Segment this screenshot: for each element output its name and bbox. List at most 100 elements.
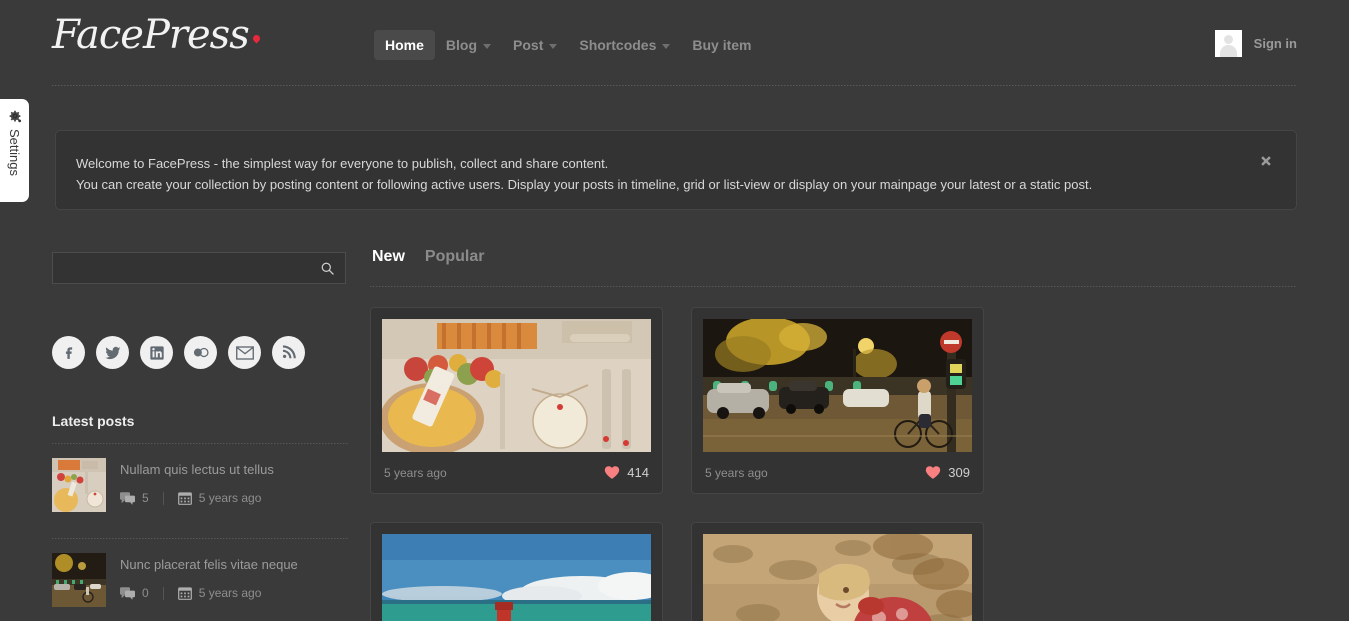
post-card[interactable] — [370, 522, 663, 621]
email-icon — [235, 345, 254, 360]
settings-tab[interactable]: Settings — [0, 99, 29, 202]
night-street-thumb-image — [52, 553, 106, 607]
night-street-image — [703, 319, 972, 452]
list-item[interactable]: Nunc placerat felis vitae neque 0 5 year… — [52, 539, 348, 619]
signin-label: Sign in — [1253, 36, 1297, 51]
gear-icon — [9, 110, 21, 123]
post-thumbnail — [52, 553, 106, 607]
nav-label: Home — [385, 37, 424, 53]
meta-separator — [162, 586, 164, 600]
site-header: FacePress Home Blog Post Shortcodes Buy … — [0, 0, 1349, 86]
like-count[interactable]: 414 — [604, 465, 649, 480]
social-flickr-button[interactable] — [184, 336, 217, 369]
like-count[interactable]: 309 — [925, 465, 970, 480]
comment-count: 0 — [120, 586, 149, 600]
latest-posts-heading: Latest posts — [52, 413, 135, 429]
welcome-banner: Welcome to FacePress - the simplest way … — [55, 130, 1297, 210]
rss-icon — [282, 345, 296, 359]
nav-item-shortcodes[interactable]: Shortcodes — [568, 30, 681, 60]
logo-heart-icon — [251, 33, 262, 44]
post-image — [703, 534, 972, 621]
post-date: 5 years ago — [705, 465, 768, 480]
post-image — [703, 319, 972, 452]
content-tabs: New Popular — [370, 248, 1297, 266]
child-leaves-image — [703, 534, 972, 621]
post-image — [382, 319, 651, 452]
close-icon[interactable] — [1258, 153, 1274, 169]
like-count-value: 309 — [948, 465, 970, 480]
post-meta: 0 5 years ago — [120, 586, 298, 600]
like-count-value: 414 — [627, 465, 649, 480]
header-divider — [52, 85, 1297, 86]
tabs-divider — [370, 286, 1297, 287]
flickr-icon — [193, 347, 209, 358]
search-box[interactable] — [52, 252, 346, 284]
post-date: 5 years ago — [177, 586, 262, 600]
search-input[interactable] — [53, 253, 313, 283]
twitter-icon — [104, 346, 120, 359]
post-card[interactable]: 5 years ago 309 — [691, 307, 984, 494]
tab-popular[interactable]: Popular — [425, 248, 485, 266]
post-card-footer: 5 years ago 414 — [382, 465, 651, 482]
welcome-text: Welcome to FacePress - the simplest way … — [76, 153, 1092, 195]
social-linkedin-button[interactable] — [140, 336, 173, 369]
comment-icon — [120, 586, 135, 600]
nav-item-buy-item[interactable]: Buy item — [681, 30, 762, 60]
post-card[interactable]: 5 years ago 414 — [370, 307, 663, 494]
post-title[interactable]: Nunc placerat felis vitae neque — [120, 557, 298, 572]
chevron-down-icon — [483, 43, 492, 49]
calendar-icon — [177, 587, 192, 600]
beach-ocean-image — [382, 534, 651, 621]
welcome-line-1: Welcome to FacePress - the simplest way … — [76, 156, 609, 171]
comment-count-value: 5 — [142, 491, 149, 505]
post-title[interactable]: Nullam quis lectus ut tellus — [120, 462, 274, 477]
table-setting-thumb-image — [52, 458, 106, 512]
main-content: New Popular 5 years ago 414 5 years ago … — [370, 248, 1297, 621]
logo-text: FacePress — [52, 12, 250, 58]
social-email-button[interactable] — [228, 336, 261, 369]
meta-separator — [162, 491, 164, 505]
nav-label: Blog — [445, 37, 478, 53]
nav-item-post[interactable]: Post — [502, 30, 568, 60]
signin-area[interactable]: Sign in — [1214, 30, 1297, 57]
heart-icon — [926, 466, 941, 479]
comment-count: 5 — [120, 491, 149, 505]
facebook-icon — [65, 347, 73, 359]
post-grid: 5 years ago 414 5 years ago 309 — [370, 307, 1297, 621]
nav-item-home[interactable]: Home — [374, 30, 435, 60]
linkedin-icon — [149, 345, 164, 360]
social-links — [52, 336, 348, 369]
chevron-down-icon — [549, 43, 558, 49]
social-twitter-button[interactable] — [96, 336, 129, 369]
comment-icon — [120, 491, 135, 505]
comment-count-value: 0 — [142, 586, 149, 600]
post-body: Nullam quis lectus ut tellus 5 5 years a… — [120, 458, 274, 512]
chevron-down-icon — [662, 43, 671, 49]
post-date-value: 5 years ago — [198, 491, 262, 505]
site-logo[interactable]: FacePress — [52, 12, 262, 58]
avatar — [1214, 30, 1242, 57]
post-date-value: 5 years ago — [198, 586, 262, 600]
welcome-line-2: You can create your collection by postin… — [76, 177, 1093, 192]
post-card-footer: 5 years ago 309 — [703, 465, 972, 482]
settings-label: Settings — [7, 129, 22, 176]
main-nav: Home Blog Post Shortcodes Buy item — [374, 30, 763, 60]
post-date: 5 years ago — [384, 465, 447, 480]
post-thumbnail — [52, 458, 106, 512]
post-card[interactable] — [691, 522, 984, 621]
nav-label: Buy item — [692, 37, 752, 53]
nav-label: Shortcodes — [579, 37, 657, 53]
post-body: Nunc placerat felis vitae neque 0 5 year… — [120, 553, 298, 607]
social-rss-button[interactable] — [272, 336, 305, 369]
tab-new[interactable]: New — [372, 248, 405, 266]
post-meta: 5 5 years ago — [120, 491, 274, 505]
sidebar: Latest posts Nullam quis lectus ut tellu… — [52, 252, 348, 621]
social-facebook-button[interactable] — [52, 336, 85, 369]
nav-label: Post — [513, 37, 544, 53]
nav-item-blog[interactable]: Blog — [435, 30, 502, 60]
heart-icon — [605, 466, 620, 479]
search-icon[interactable] — [320, 261, 335, 276]
list-item[interactable]: Nullam quis lectus ut tellus 5 5 years a… — [52, 444, 348, 524]
table-setting-image — [382, 319, 651, 452]
post-date: 5 years ago — [177, 491, 262, 505]
